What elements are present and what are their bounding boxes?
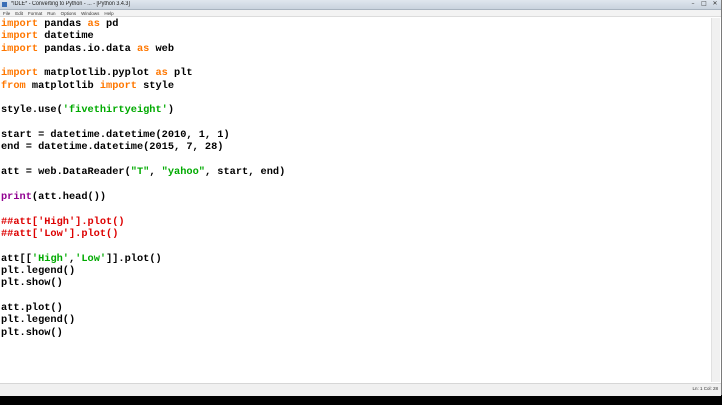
code-token: 'fivethirtyeight' <box>62 104 168 117</box>
code-line: ##att['Low'].plot() <box>1 228 285 240</box>
code-line: att = web.DataReader("T", "yahoo", start… <box>1 166 285 178</box>
code-token: as <box>136 42 150 55</box>
code-token: as <box>155 67 168 80</box>
maximize-button[interactable]: □ <box>700 1 708 7</box>
code-token: pandas.io.data <box>38 42 137 55</box>
code-token: plt.show() <box>1 326 63 339</box>
menu-run[interactable]: Run <box>47 10 55 16</box>
code-token: 'Low' <box>75 252 107 265</box>
code-token: att[[ <box>1 252 32 265</box>
code-token: plt.legend() <box>1 264 76 277</box>
code-token: pd <box>99 18 119 30</box>
code-token: "T" <box>130 166 150 179</box>
code-token: import <box>1 18 39 30</box>
menu-format[interactable]: Format <box>28 10 42 16</box>
code-token: ) <box>167 104 175 117</box>
code-line: import matplotlib.pyplot as plt <box>1 67 285 79</box>
code-line: import datetime <box>1 30 285 42</box>
menu-edit[interactable]: Edit <box>15 10 23 16</box>
cursor-position: Ln: 1 Col: 28 <box>692 386 718 391</box>
code-line: plt.show() <box>1 327 285 339</box>
code-token: style <box>136 79 175 92</box>
code-token: import <box>1 42 39 55</box>
menu-file[interactable]: File <box>3 10 10 16</box>
code-line: plt.show() <box>1 277 285 289</box>
code-token: plt.legend() <box>1 314 76 327</box>
minimize-button[interactable]: – <box>689 1 697 7</box>
code-token: import <box>1 30 39 43</box>
code-token: , <box>149 166 162 179</box>
code-token: ]].plot() <box>106 252 162 265</box>
code-token: (att.head()) <box>31 190 107 203</box>
code-line: plt.legend() <box>1 265 285 277</box>
code-token: web <box>149 42 175 55</box>
code-token: as <box>87 18 100 30</box>
code-token: 'High' <box>31 252 69 265</box>
code-token: att = web.DataReader( <box>1 166 131 179</box>
menu-options[interactable]: Options <box>61 10 77 16</box>
menu-windows[interactable]: Windows <box>81 10 99 16</box>
code-line: att.plot() <box>1 302 285 314</box>
code-line: style.use('fivethirtyeight') <box>1 104 285 116</box>
code-line: att[['High','Low']].plot() <box>1 253 285 265</box>
code-token: start = datetime.datetime(2010, 1, 1) <box>1 129 230 142</box>
code-line: end = datetime.datetime(2015, 7, 28) <box>1 141 285 153</box>
title-bar: *IDLE* - Converting to Python - ... - [P… <box>0 0 721 10</box>
python-app-icon <box>2 2 7 7</box>
status-bar: Ln: 1 Col: 28 <box>0 383 721 396</box>
code-token: print <box>1 190 32 203</box>
code-token: import <box>1 67 39 80</box>
code-token: import <box>99 79 137 92</box>
code-token: att.plot() <box>1 301 63 314</box>
code-token: matplotlib <box>25 79 100 92</box>
close-button[interactable]: ✕ <box>711 1 719 7</box>
code-token: plt.show() <box>1 277 63 290</box>
code-token: datetime <box>38 30 94 43</box>
menu-bar: File Edit Format Run Options Windows Hel… <box>0 10 721 17</box>
code-token: from <box>1 79 26 92</box>
code-line: import pandas.io.data as web <box>1 43 285 55</box>
code-editor[interactable]: import pandas as pd import datetime import… <box>0 18 712 382</box>
code-token: end = datetime.datetime(2015, 7, 28) <box>1 141 224 154</box>
window-title: *IDLE* - Converting to Python - ... - [P… <box>10 1 130 7</box>
code-line: start = datetime.datetime(2010, 1, 1) <box>1 129 285 141</box>
idle-editor-window: *IDLE* - Converting to Python - ... - [P… <box>0 0 722 396</box>
vertical-scrollbar[interactable] <box>711 18 720 382</box>
code-token: "yahoo" <box>161 166 205 179</box>
code-token: ##att['Low'].plot() <box>1 227 119 240</box>
code-text[interactable]: import pandas as pd import datetime import… <box>1 18 285 339</box>
code-token: pandas <box>38 18 88 30</box>
screen-frame: *IDLE* - Converting to Python - ... - [P… <box>0 0 722 405</box>
code-line: plt.legend() <box>1 314 285 326</box>
code-line: ##att['High'].plot() <box>1 216 285 228</box>
menu-help[interactable]: Help <box>104 10 113 16</box>
code-token: matplotlib.pyplot <box>38 67 156 80</box>
code-line: print(att.head()) <box>1 191 285 203</box>
window-controls: – □ ✕ <box>689 1 719 8</box>
code-token: , start, end) <box>204 166 286 179</box>
code-token: style.use( <box>1 104 63 117</box>
code-token: plt <box>167 67 193 80</box>
code-line: from matplotlib import style <box>1 80 285 92</box>
code-token: ##att['High'].plot() <box>1 215 125 228</box>
code-line: import pandas as pd <box>1 18 285 30</box>
